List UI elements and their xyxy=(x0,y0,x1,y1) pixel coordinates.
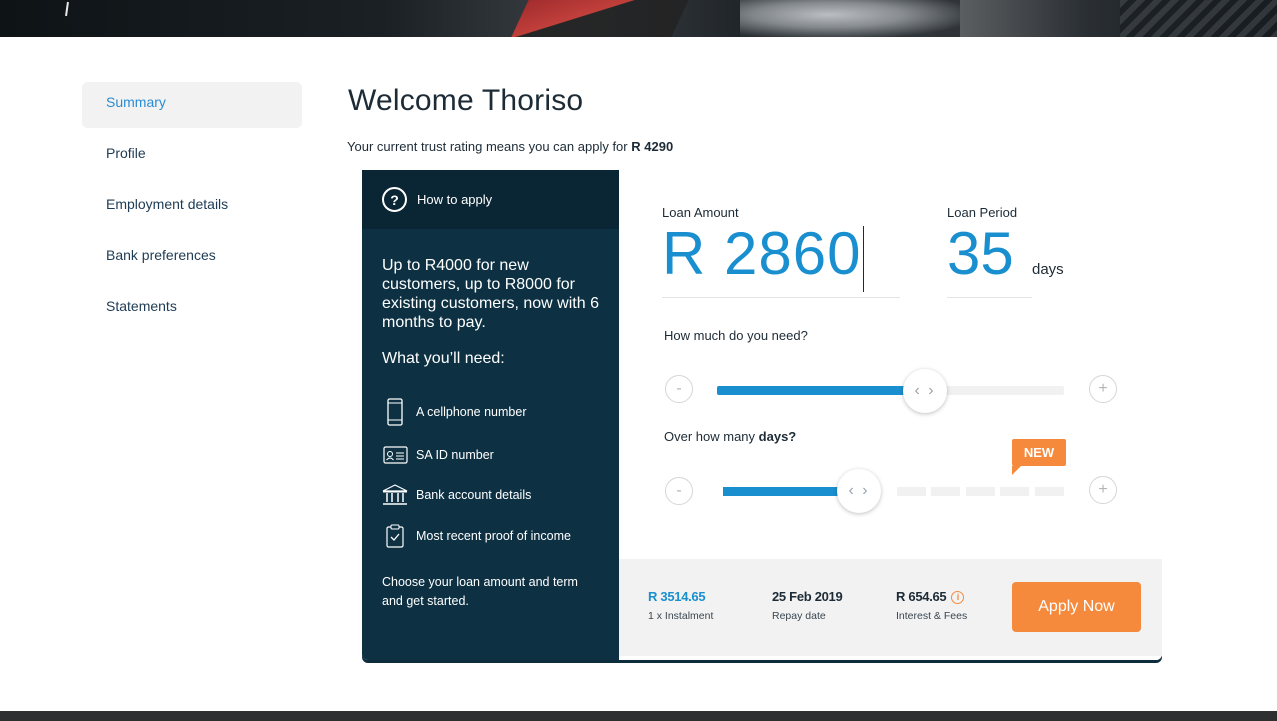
trust-rating-amount: R 4290 xyxy=(631,139,674,154)
instalment-label: 1 x Instalment xyxy=(648,610,714,622)
days-decrease-button[interactable]: - xyxy=(665,477,693,505)
get-started-text: Choose your loan amount and term and get… xyxy=(382,575,578,608)
loan-calculator: Loan Amount Loan Period R 2860 35 days H… xyxy=(619,170,1162,660)
apply-now-button[interactable]: Apply Now xyxy=(1012,582,1141,632)
loan-amount-input[interactable]: R 2860 xyxy=(662,222,900,298)
loan-card: ? How to apply Up to R4000 for new custo… xyxy=(362,170,1162,660)
days-increase-button[interactable]: + xyxy=(1089,476,1117,504)
fees-value-row: R 654.65 i xyxy=(896,589,965,605)
loan-amount-label: Loan Amount xyxy=(662,205,739,220)
days-question-bold: days? xyxy=(758,429,797,444)
sidebar-item-statements[interactable]: Statements xyxy=(82,286,302,332)
bank-icon xyxy=(382,484,408,506)
requirement-label: SA ID number xyxy=(416,448,494,462)
repay-date-label: Repay date xyxy=(772,610,826,622)
id-card-icon xyxy=(382,446,408,464)
loan-period-label: Loan Period xyxy=(947,205,1018,220)
sidebar-item-employment-details[interactable]: Employment details xyxy=(82,184,302,230)
days-slider-segment[interactable] xyxy=(1035,487,1064,496)
loan-period-value: 35 xyxy=(947,220,1014,287)
trust-rating-prefix: Your current trust rating means you can … xyxy=(347,139,628,154)
question-icon: ? xyxy=(382,187,407,212)
days-question-prefix: Over how many xyxy=(664,429,756,444)
requirement-label: Bank account details xyxy=(416,488,532,502)
loan-amount-value: R 2860 xyxy=(662,220,862,287)
cellphone-icon xyxy=(382,398,408,426)
days-slider-segment[interactable] xyxy=(966,487,995,496)
instalment-value: R 3514.65 xyxy=(648,589,706,604)
requirement-label: Most recent proof of income xyxy=(416,529,571,543)
amount-slider-handle[interactable]: ‹ › xyxy=(903,369,947,413)
footer-bar xyxy=(0,711,1277,721)
amount-slider-track[interactable] xyxy=(717,386,1064,395)
text-caret xyxy=(863,226,865,292)
days-slider-segment[interactable] xyxy=(1000,487,1029,496)
loan-summary-bar: R 3514.65 1 x Instalment 25 Feb 2019 Rep… xyxy=(619,559,1162,656)
loan-period-unit: days xyxy=(1032,261,1064,278)
repay-date-value: 25 Feb 2019 xyxy=(772,589,843,604)
requirement-label: A cellphone number xyxy=(416,405,527,419)
info-panel: ? How to apply Up to R4000 for new custo… xyxy=(362,170,619,660)
info-icon[interactable]: i xyxy=(951,591,965,605)
requirements-title: What you’ll need: xyxy=(382,350,505,367)
loan-period-input[interactable]: 35 xyxy=(947,222,1032,298)
requirement-bank: Bank account details xyxy=(382,484,531,506)
fees-label: Interest & Fees xyxy=(896,610,968,622)
sidebar-item-bank-preferences[interactable]: Bank preferences xyxy=(82,235,302,281)
trust-rating-text: Your current trust rating means you can … xyxy=(347,139,673,154)
sidebar-nav: Summary Profile Employment details Bank … xyxy=(82,82,302,337)
clipboard-icon xyxy=(382,524,408,548)
hero-banner-image xyxy=(0,0,1277,37)
requirement-id: SA ID number xyxy=(382,446,494,464)
days-slider-segment[interactable] xyxy=(931,487,960,496)
page-title: Welcome Thoriso xyxy=(348,84,584,117)
new-badge: NEW xyxy=(1012,439,1066,475)
amount-increase-button[interactable]: + xyxy=(1089,375,1117,403)
how-to-apply-label: How to apply xyxy=(417,192,493,207)
fees-value: R 654.65 xyxy=(896,589,947,604)
sidebar-item-summary[interactable]: Summary xyxy=(82,82,302,128)
amount-question: How much do you need? xyxy=(664,328,808,343)
days-question: Over how many days? xyxy=(664,429,796,444)
days-slider-segment[interactable] xyxy=(897,487,926,496)
days-slider-handle[interactable]: ‹ › xyxy=(837,469,881,513)
requirement-income: Most recent proof of income xyxy=(382,524,571,548)
amount-decrease-button[interactable]: - xyxy=(665,375,693,403)
sidebar-item-profile[interactable]: Profile xyxy=(82,133,302,179)
how-to-apply-button[interactable]: ? How to apply xyxy=(362,170,619,229)
promo-text: Up to R4000 for new customers, up to R80… xyxy=(382,257,599,331)
requirement-cellphone: A cellphone number xyxy=(382,398,527,426)
amount-slider-fill xyxy=(717,386,925,395)
